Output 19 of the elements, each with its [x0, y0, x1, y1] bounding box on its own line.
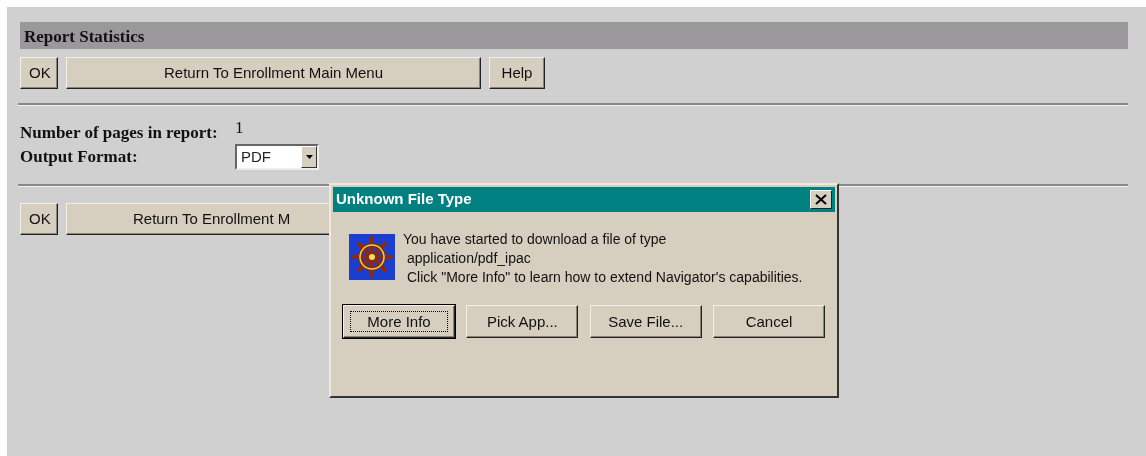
- dialog-message: application/pdf_ipac: [406, 249, 532, 268]
- return-menu-button[interactable]: Return To Enrollment Main Menu: [66, 57, 481, 89]
- help-button[interactable]: Help: [489, 57, 545, 89]
- dialog-message: Click "More Info" to learn how to extend Navigator's capabilities.: [406, 268, 803, 287]
- field-label: Output Format:: [20, 146, 139, 168]
- close-button[interactable]: [810, 190, 832, 209]
- field-label: Number of pages in report:: [20, 122, 219, 144]
- dialog-button[interactable]: Cancel: [713, 305, 825, 338]
- dialog-button[interactable]: More Info: [343, 305, 455, 338]
- format-dropdown[interactable]: PDF: [235, 144, 319, 170]
- ship-wheel-icon: [349, 234, 395, 280]
- ok-button[interactable]: OK: [20, 203, 58, 235]
- ok-button[interactable]: OK: [20, 57, 58, 89]
- dialog-button[interactable]: Pick App...: [466, 305, 579, 338]
- field-value: 1: [235, 117, 244, 140]
- dropdown-arrow-icon: [305, 155, 313, 159]
- dialog-button[interactable]: Save File...: [589, 305, 702, 338]
- section-header: Report Statistics: [20, 22, 1128, 49]
- close-icon: [815, 194, 827, 205]
